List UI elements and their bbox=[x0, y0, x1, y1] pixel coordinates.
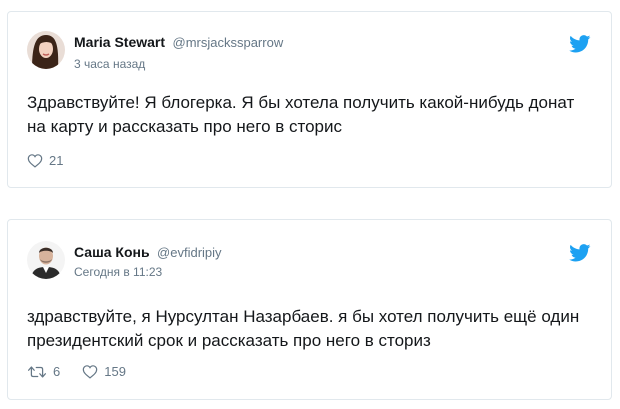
tweet-actions: 21 bbox=[27, 153, 85, 168]
like-button[interactable]: 159 bbox=[82, 364, 126, 379]
timestamp[interactable]: 3 часа назад bbox=[74, 57, 145, 71]
twitter-bird-icon[interactable] bbox=[569, 244, 591, 262]
tweet-text: здравствуйте, я Нурсултан Назарбаев. я б… bbox=[27, 307, 580, 350]
retweet-button[interactable]: 6 bbox=[27, 364, 60, 379]
timestamp[interactable]: Сегодня в 11:23 bbox=[74, 265, 162, 279]
user-handle[interactable]: @mrsjackssparrow bbox=[173, 35, 284, 50]
avatar[interactable] bbox=[27, 241, 65, 279]
like-count: 159 bbox=[104, 364, 126, 379]
retweet-icon bbox=[27, 365, 47, 378]
author-row: Саша Конь @evfidripiy bbox=[74, 244, 222, 262]
tweet-actions: 6 159 bbox=[27, 364, 148, 379]
twitter-bird-icon[interactable] bbox=[569, 35, 591, 53]
author-row: Maria Stewart @mrsjackssparrow bbox=[74, 34, 283, 52]
heart-icon bbox=[27, 154, 43, 168]
display-name[interactable]: Саша Конь bbox=[74, 244, 150, 260]
tweet-card[interactable]: Саша Конь @evfidripiy Сегодня в 11:23 зд… bbox=[7, 219, 612, 400]
like-count: 21 bbox=[49, 153, 64, 168]
tweet-card[interactable]: Maria Stewart @mrsjackssparrow 3 часа на… bbox=[7, 11, 612, 188]
tweet-text: Здравствуйте! Я блогерка. Я бы хотела по… bbox=[27, 93, 575, 136]
like-button[interactable]: 21 bbox=[27, 153, 63, 168]
avatar[interactable] bbox=[27, 31, 65, 69]
retweet-count: 6 bbox=[53, 364, 61, 379]
tweets-page: Maria Stewart @mrsjackssparrow 3 часа на… bbox=[0, 0, 620, 409]
heart-icon bbox=[82, 365, 98, 379]
user-handle[interactable]: @evfidripiy bbox=[157, 245, 222, 260]
display-name[interactable]: Maria Stewart bbox=[74, 34, 165, 50]
